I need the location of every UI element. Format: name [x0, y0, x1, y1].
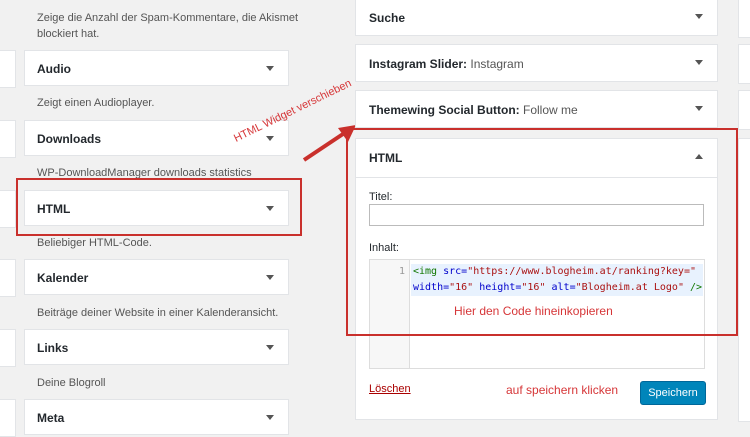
edge-panel-stub	[738, 138, 750, 422]
widget-title: Kalender	[37, 271, 89, 285]
widget-stub	[0, 329, 16, 367]
annotation-save-hint: auf speichern klicken	[506, 383, 619, 397]
chevron-down-icon[interactable]	[695, 106, 703, 111]
annotation-box-html-widget	[16, 178, 302, 236]
widget-stub	[0, 259, 16, 297]
widget-desc: Beiträge deiner Website in einer Kalende…	[37, 307, 279, 319]
sidebar-widget-social-button[interactable]: Themewing Social Button: Follow me	[355, 90, 718, 128]
chevron-down-icon[interactable]	[695, 60, 703, 65]
edge-panel-stub	[738, 90, 750, 130]
widget-title: Themewing Social Button: Follow me	[369, 103, 578, 117]
widget-stub	[0, 399, 16, 437]
chevron-down-icon[interactable]	[695, 14, 703, 19]
widget-desc: Zeigt einen Audioplayer.	[37, 97, 155, 109]
chevron-down-icon[interactable]	[266, 275, 274, 280]
widget-title-text: Instagram Slider:	[369, 57, 468, 71]
widget-title: Audio	[37, 62, 71, 76]
widget-title-text: Themewing Social Button:	[369, 103, 520, 117]
widget-kalender[interactable]: Kalender	[24, 259, 289, 295]
widget-subtitle: Follow me	[519, 103, 578, 117]
widget-stub	[0, 50, 16, 88]
widget-title: Downloads	[37, 132, 102, 146]
widget-title: Suche	[369, 11, 405, 25]
widget-title: Meta	[37, 411, 65, 425]
widget-title: Links	[37, 341, 69, 355]
widget-subtitle: Instagram	[467, 57, 524, 71]
delete-link[interactable]: Löschen	[369, 383, 411, 395]
chevron-down-icon[interactable]	[266, 345, 274, 350]
widget-meta[interactable]: Meta	[24, 399, 289, 435]
chevron-down-icon[interactable]	[266, 66, 274, 71]
chevron-down-icon[interactable]	[266, 415, 274, 420]
widget-stub	[0, 190, 16, 228]
chevron-down-icon[interactable]	[266, 136, 274, 141]
widget-desc: Deine Blogroll	[37, 377, 106, 389]
widget-stub	[0, 120, 16, 158]
edge-panel-stub	[738, 44, 750, 84]
widget-links[interactable]: Links	[24, 329, 289, 365]
widget-desc: Beliebiger HTML-Code.	[37, 237, 152, 249]
widget-audio[interactable]: Audio	[24, 50, 289, 86]
annotation-box-html-editor	[346, 128, 738, 336]
edge-panel-stub	[738, 0, 750, 38]
widget-title-text: Suche	[369, 11, 406, 25]
widget-desc-akismet: Zeige die Anzahl der Spam-Kommentare, di…	[37, 12, 299, 40]
sidebar-widget-suche[interactable]: Suche	[355, 0, 718, 36]
widget-title: Instagram Slider: Instagram	[369, 57, 524, 71]
save-button[interactable]: Speichern	[640, 381, 706, 405]
sidebar-widget-instagram[interactable]: Instagram Slider: Instagram	[355, 44, 718, 82]
